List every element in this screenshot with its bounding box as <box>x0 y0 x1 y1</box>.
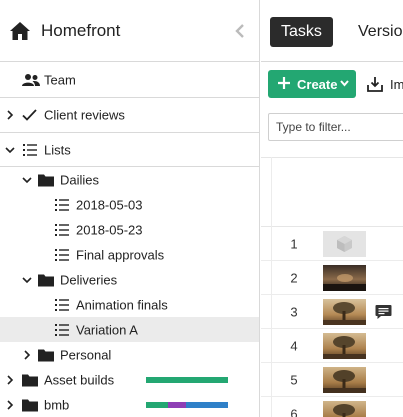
home-icon[interactable] <box>9 21 31 41</box>
tree-thumbnail <box>323 401 366 417</box>
tree-thumbnail <box>323 367 366 393</box>
sidebar-item-variation-a[interactable]: Variation A <box>0 317 259 342</box>
sidebar-item-dailies[interactable]: Dailies <box>0 167 259 192</box>
sidebar-item-label: 2018-05-23 <box>76 222 143 237</box>
sidebar-item-2018-05-23[interactable]: 2018-05-23 <box>0 217 259 242</box>
grid-column-divider <box>271 157 272 417</box>
toolbar: Create Im <box>261 62 403 106</box>
row-number: 2 <box>290 270 298 285</box>
sidebar-item-label: Final approvals <box>76 247 165 262</box>
status-progress-bar <box>186 402 228 408</box>
sidebar-item-label: 2018-05-03 <box>76 197 143 212</box>
comment-icon[interactable] <box>375 304 392 320</box>
sidebar-item-label: Asset builds <box>44 372 115 387</box>
chevron-down-icon <box>340 80 349 87</box>
grid-divider <box>261 157 403 158</box>
sidebar-item-2018-05-03[interactable]: 2018-05-03 <box>0 192 259 217</box>
sidebar-item-label: Personal <box>60 347 112 362</box>
sidebar-item-label: Client reviews <box>44 107 125 123</box>
table-row[interactable]: 1 <box>261 227 403 261</box>
sidebar-header: Homefront <box>0 0 259 62</box>
chevron-left-icon[interactable] <box>235 24 245 38</box>
main-panel: Tasks Versio Create Im 1 <box>261 0 403 417</box>
sidebar-item-asset-builds[interactable]: Asset builds <box>0 367 259 392</box>
chevron-down-icon[interactable] <box>5 145 15 155</box>
sidebar-item-label: Deliveries <box>60 272 118 287</box>
sidebar-item-label: Variation A <box>76 322 138 337</box>
team-icon <box>22 73 40 86</box>
chevron-right-icon[interactable] <box>5 110 15 120</box>
tree-thumbnail <box>323 299 366 325</box>
chevron-right-icon[interactable] <box>22 349 32 360</box>
list-icon <box>55 223 69 236</box>
table-row[interactable]: 2 <box>261 261 403 295</box>
import-icon <box>367 77 383 92</box>
row-number: 5 <box>290 372 298 387</box>
placeholder-cube-icon <box>323 231 366 257</box>
sidebar-item-personal[interactable]: Personal <box>0 342 259 367</box>
sidebar-item-client-reviews[interactable]: Client reviews <box>0 98 259 133</box>
row-number: 3 <box>290 304 298 319</box>
create-button[interactable]: Create <box>268 70 356 98</box>
sidebar-item-label: Team <box>44 72 76 87</box>
status-progress-bar <box>146 402 168 408</box>
plus-icon <box>278 77 290 89</box>
row-number: 4 <box>290 338 298 353</box>
sidebar-item-deliveries[interactable]: Deliveries <box>0 267 259 292</box>
row-number: 1 <box>290 236 298 251</box>
import-button-label: Im <box>390 77 403 92</box>
list-icon <box>55 198 69 211</box>
sidebar-item-team[interactable]: Team <box>0 62 259 98</box>
scene-thumbnail <box>323 265 366 291</box>
folder-icon <box>38 349 54 361</box>
sidebar-item-label: Lists <box>44 142 71 157</box>
table-row[interactable]: 4 <box>261 329 403 363</box>
tab-bar: Tasks Versio <box>261 0 403 62</box>
folder-icon <box>22 374 38 386</box>
sidebar-item-lists[interactable]: Lists <box>0 133 259 167</box>
sidebar-item-final-approvals[interactable]: Final approvals <box>0 242 259 267</box>
tab-versions[interactable]: Versio <box>358 17 402 47</box>
chevron-right-icon[interactable] <box>5 399 15 410</box>
chevron-down-icon[interactable] <box>22 175 32 185</box>
list-icon <box>55 298 69 311</box>
chevron-right-icon[interactable] <box>5 374 15 385</box>
status-progress-bar <box>168 402 186 408</box>
folder-icon <box>38 274 54 286</box>
table-row[interactable]: 6 <box>261 397 403 417</box>
sidebar-item-animation-finals[interactable]: Animation finals <box>0 292 259 317</box>
list-icon <box>55 323 69 336</box>
sidebar-item-label: Animation finals <box>76 297 168 312</box>
sidebar-item-bmb[interactable]: bmb <box>0 392 259 417</box>
filter-input[interactable] <box>268 113 403 141</box>
folder-icon <box>38 174 54 186</box>
checkmark-icon <box>22 109 37 121</box>
folder-icon <box>22 399 38 411</box>
status-progress-bar <box>146 377 228 383</box>
row-number: 6 <box>290 406 298 417</box>
table-row[interactable]: 5 <box>261 363 403 397</box>
list-icon <box>55 248 69 261</box>
tab-tasks[interactable]: Tasks <box>270 17 333 47</box>
sidebar: Homefront Team Client reviews Lists Dail… <box>0 0 260 417</box>
create-button-label: Create <box>297 77 338 92</box>
sidebar-item-label: Dailies <box>60 172 100 187</box>
app-title[interactable]: Homefront <box>41 21 120 41</box>
chevron-down-icon[interactable] <box>22 275 32 285</box>
sidebar-item-label: bmb <box>44 397 70 412</box>
table-row[interactable]: 3 <box>261 295 403 329</box>
tree-thumbnail <box>323 333 366 359</box>
list-icon <box>23 143 37 156</box>
